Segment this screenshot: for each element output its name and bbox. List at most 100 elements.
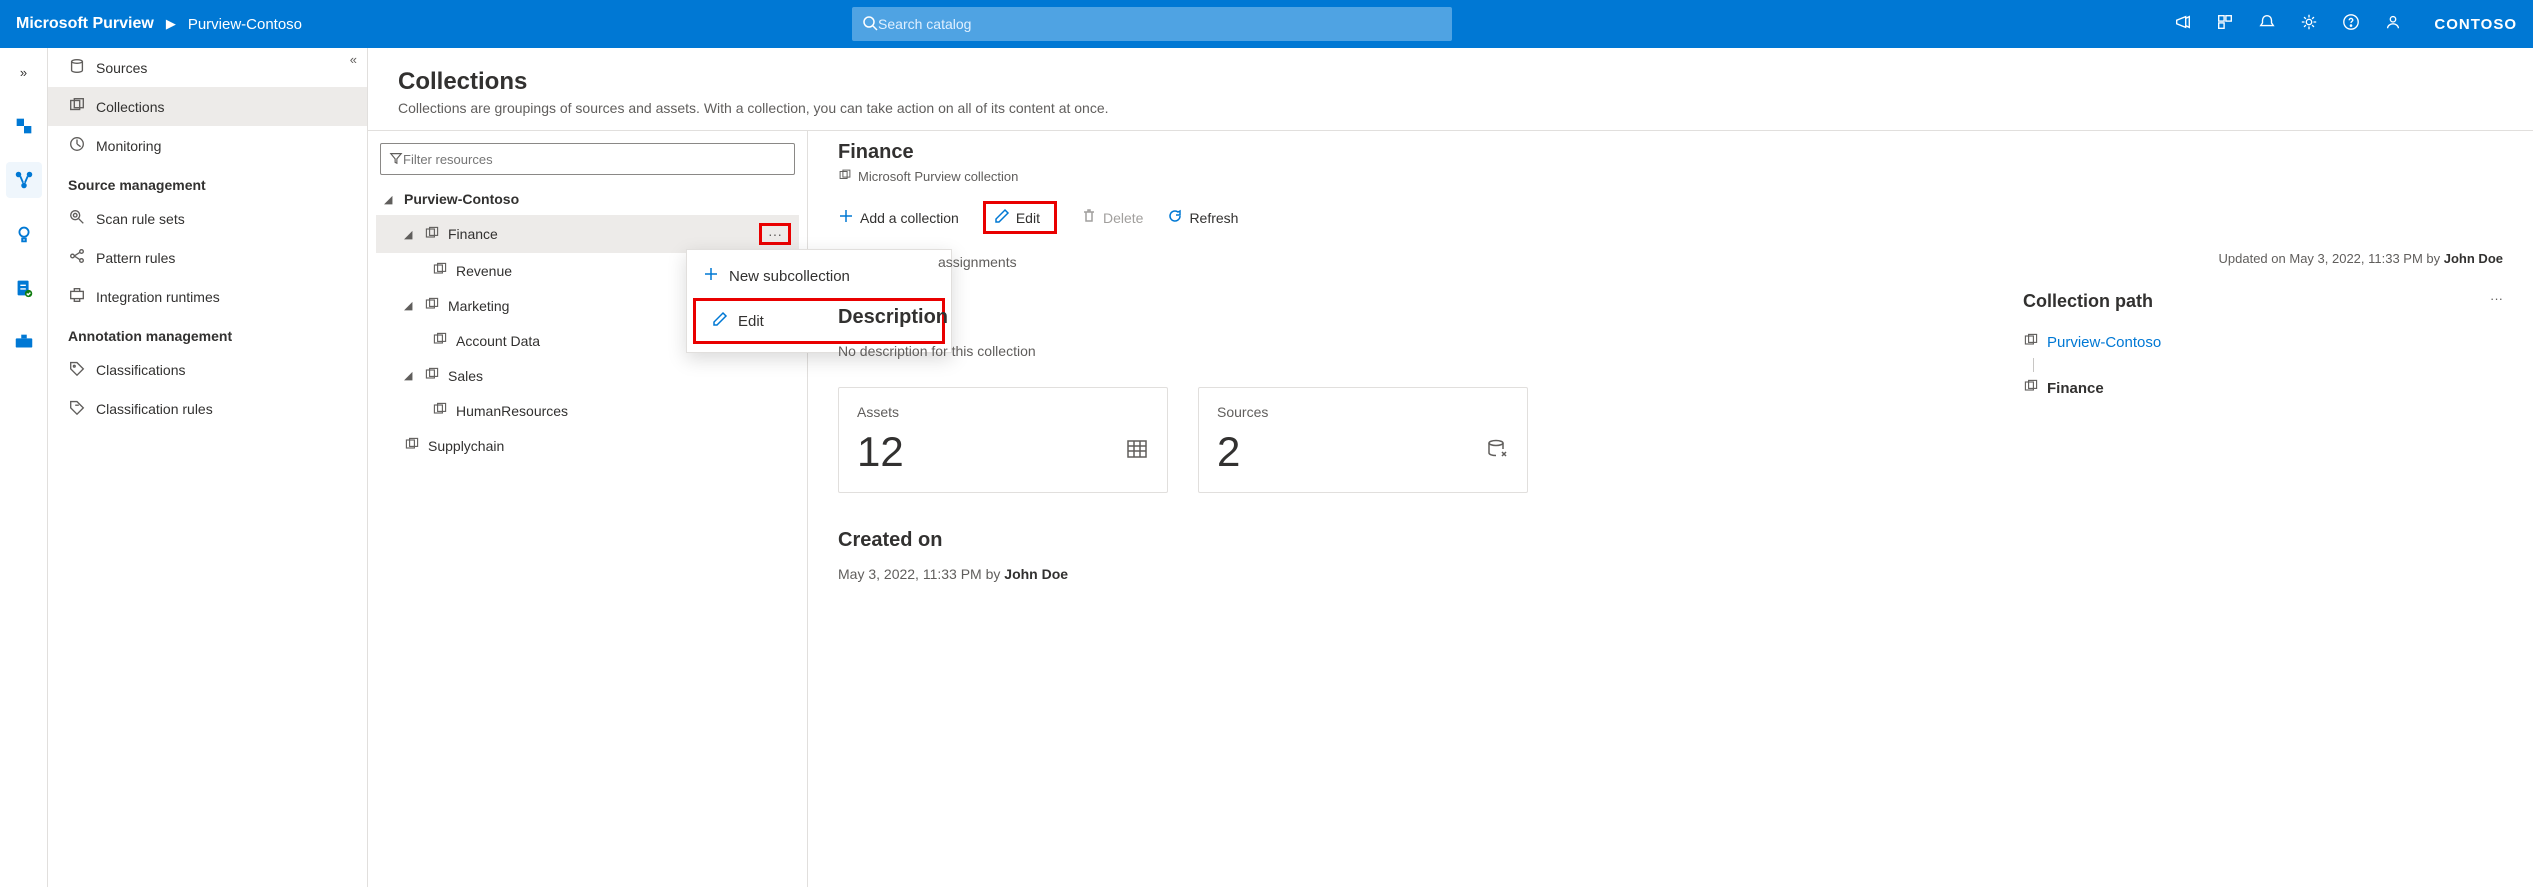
collection-icon	[2023, 332, 2039, 352]
tree-label: Supplychain	[428, 438, 504, 454]
sidebar-label: Classification rules	[96, 401, 213, 417]
path-connector	[2033, 358, 2503, 372]
expand-icon[interactable]: »	[6, 54, 42, 90]
monitoring-icon	[68, 135, 86, 156]
cmd-label: Refresh	[1189, 210, 1238, 226]
rail-policy-icon[interactable]	[6, 270, 42, 306]
survey-icon[interactable]	[2216, 13, 2234, 35]
path-root[interactable]: Purview-Contoso	[2023, 326, 2503, 358]
tree-node-sales[interactable]: ◢Sales	[376, 358, 799, 393]
plus-icon	[703, 266, 719, 286]
path-link[interactable]: Purview-Contoso	[2047, 334, 2161, 351]
scan-rule-icon	[68, 208, 86, 229]
updated-info: Updated on May 3, 2022, 11:33 PM by John…	[2219, 251, 2503, 266]
sidebar-item-scan-rule-sets[interactable]: Scan rule sets	[48, 199, 367, 238]
sidebar-label: Integration runtimes	[96, 289, 220, 305]
tree-label: Purview-Contoso	[404, 191, 519, 207]
plus-icon	[838, 208, 854, 227]
tree-label: HumanResources	[456, 403, 568, 419]
pattern-icon	[68, 247, 86, 268]
collection-title: Finance	[838, 141, 2503, 164]
path-label: Finance	[2047, 380, 2104, 397]
bell-icon[interactable]	[2258, 13, 2276, 35]
database-icon	[1485, 437, 1509, 467]
delete-icon	[1081, 208, 1097, 227]
collection-icon	[424, 225, 440, 244]
collection-icon	[424, 296, 440, 315]
page-subtitle: Collections are groupings of sources and…	[398, 100, 2503, 116]
tree-label: Account Data	[456, 333, 540, 349]
tree-label: Sales	[448, 368, 483, 384]
collection-icon	[2023, 378, 2039, 398]
sidebar-label: Classifications	[96, 362, 185, 378]
cmd-refresh[interactable]: Refresh	[1167, 208, 1238, 227]
sidebar-label: Collections	[96, 99, 164, 115]
ir-icon	[68, 286, 86, 307]
sources-card[interactable]: Sources 2	[1198, 387, 1528, 493]
rail-management-icon[interactable]	[6, 324, 42, 360]
help-icon[interactable]	[2342, 13, 2360, 35]
caret-down-icon: ◢	[404, 228, 416, 241]
cmd-label: Delete	[1103, 210, 1143, 226]
createdon-text: May 3, 2022, 11:33 PM by John Doe	[838, 566, 2503, 582]
cmd-add-collection[interactable]: Add a collection	[838, 208, 959, 227]
more-button[interactable]: ···	[759, 223, 791, 245]
rail-map-icon[interactable]	[6, 162, 42, 198]
sidebar-item-collections[interactable]: Collections	[48, 87, 367, 126]
tree-node-hr[interactable]: HumanResources	[376, 393, 799, 428]
sidebar-item-monitoring[interactable]: Monitoring	[48, 126, 367, 165]
tree-label: Revenue	[456, 263, 512, 279]
sidebar-item-sources[interactable]: Sources	[48, 48, 367, 87]
tree-root[interactable]: ◢Purview-Contoso	[376, 183, 799, 215]
edit-icon	[712, 311, 728, 331]
refresh-icon	[1167, 208, 1183, 227]
sources-icon	[68, 57, 86, 78]
path-more-icon[interactable]: ···	[2490, 291, 2503, 306]
caret-down-icon: ◢	[404, 299, 416, 312]
cmd-edit[interactable]: Edit	[983, 201, 1057, 234]
path-current: Finance	[2023, 372, 2503, 404]
sidebar-item-pattern-rules[interactable]: Pattern rules	[48, 238, 367, 277]
createdon-heading: Created on	[838, 529, 2503, 552]
sidebar-label: Scan rule sets	[96, 211, 185, 227]
gear-icon[interactable]	[2300, 13, 2318, 35]
assets-card[interactable]: Assets 12	[838, 387, 1168, 493]
sidebar-label: Monitoring	[96, 138, 161, 154]
collection-icon	[432, 331, 448, 350]
sources-value: 2	[1217, 428, 1240, 476]
sources-label: Sources	[1217, 404, 1509, 420]
brand[interactable]: Microsoft Purview	[16, 15, 154, 33]
assets-label: Assets	[857, 404, 1149, 420]
search-box[interactable]	[852, 7, 1452, 41]
sidebar-item-classifications[interactable]: Classifications	[48, 350, 367, 389]
sidebar-item-integration-runtimes[interactable]: Integration runtimes	[48, 277, 367, 316]
collection-icon	[404, 436, 420, 455]
megaphone-icon[interactable]	[2174, 13, 2192, 35]
person-icon[interactable]	[2384, 13, 2402, 35]
tree-node-supplychain[interactable]: Supplychain	[376, 428, 799, 463]
collapse-sidebar-icon[interactable]: «	[350, 52, 357, 67]
collection-icon	[432, 261, 448, 280]
collections-icon	[68, 96, 86, 117]
sidebar-item-classification-rules[interactable]: Classification rules	[48, 389, 367, 428]
search-input[interactable]	[878, 16, 1442, 32]
table-icon	[1125, 437, 1149, 467]
rail-data-icon[interactable]	[6, 108, 42, 144]
sidebar-label: Pattern rules	[96, 250, 175, 266]
assets-value: 12	[857, 428, 904, 476]
tenant-label[interactable]: CONTOSO	[2434, 16, 2517, 33]
filter-resources[interactable]	[380, 143, 795, 175]
rail-insight-icon[interactable]	[6, 216, 42, 252]
classifications-icon	[68, 359, 86, 380]
sidebar-group-annotation-management: Annotation management	[48, 316, 367, 350]
sidebar-label: Sources	[96, 60, 147, 76]
tab-role-assignments[interactable]: assignments	[938, 254, 1017, 270]
search-icon	[862, 15, 878, 34]
tree-node-finance[interactable]: ◢ Finance ···	[376, 215, 799, 253]
breadcrumb-account[interactable]: Purview-Contoso	[188, 16, 302, 33]
sidebar-group-source-management: Source management	[48, 165, 367, 199]
collection-type: Microsoft Purview collection	[858, 169, 1018, 184]
classrules-icon	[68, 398, 86, 419]
cmd-delete: Delete	[1081, 208, 1143, 227]
filter-input[interactable]	[403, 152, 786, 167]
